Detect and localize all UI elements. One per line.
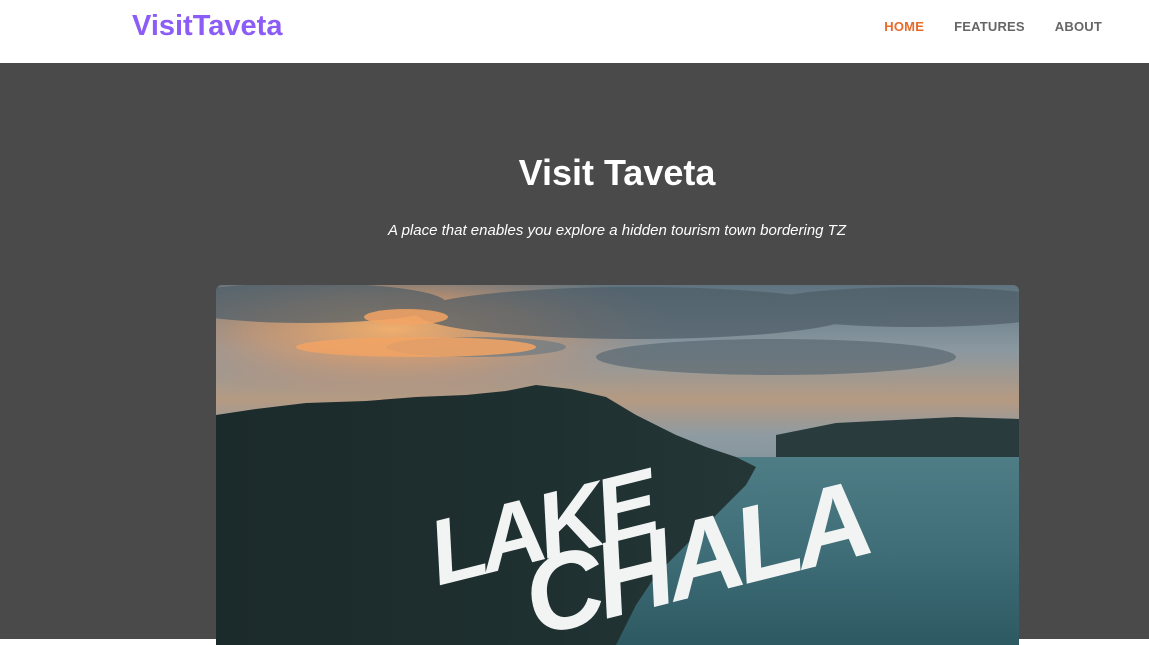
lake-chala-image: LAKE CHALA <box>216 285 1019 645</box>
nav-menu: HOME FEATURES ABOUT <box>854 19 1102 35</box>
nav-link-about[interactable]: ABOUT <box>1055 19 1102 35</box>
hero-title: Visit Taveta <box>518 152 716 193</box>
nav-link-home[interactable]: HOME <box>884 19 924 35</box>
hero-section: Visit Taveta A place that enables you ex… <box>0 63 1149 645</box>
hero-subtitle: A place that enables you explore a hidde… <box>387 222 847 239</box>
nav-link-features[interactable]: FEATURES <box>954 19 1025 35</box>
top-navbar: VisitTaveta HOME FEATURES ABOUT <box>0 0 1149 63</box>
brand-logo-link[interactable]: VisitTaveta <box>132 8 282 44</box>
